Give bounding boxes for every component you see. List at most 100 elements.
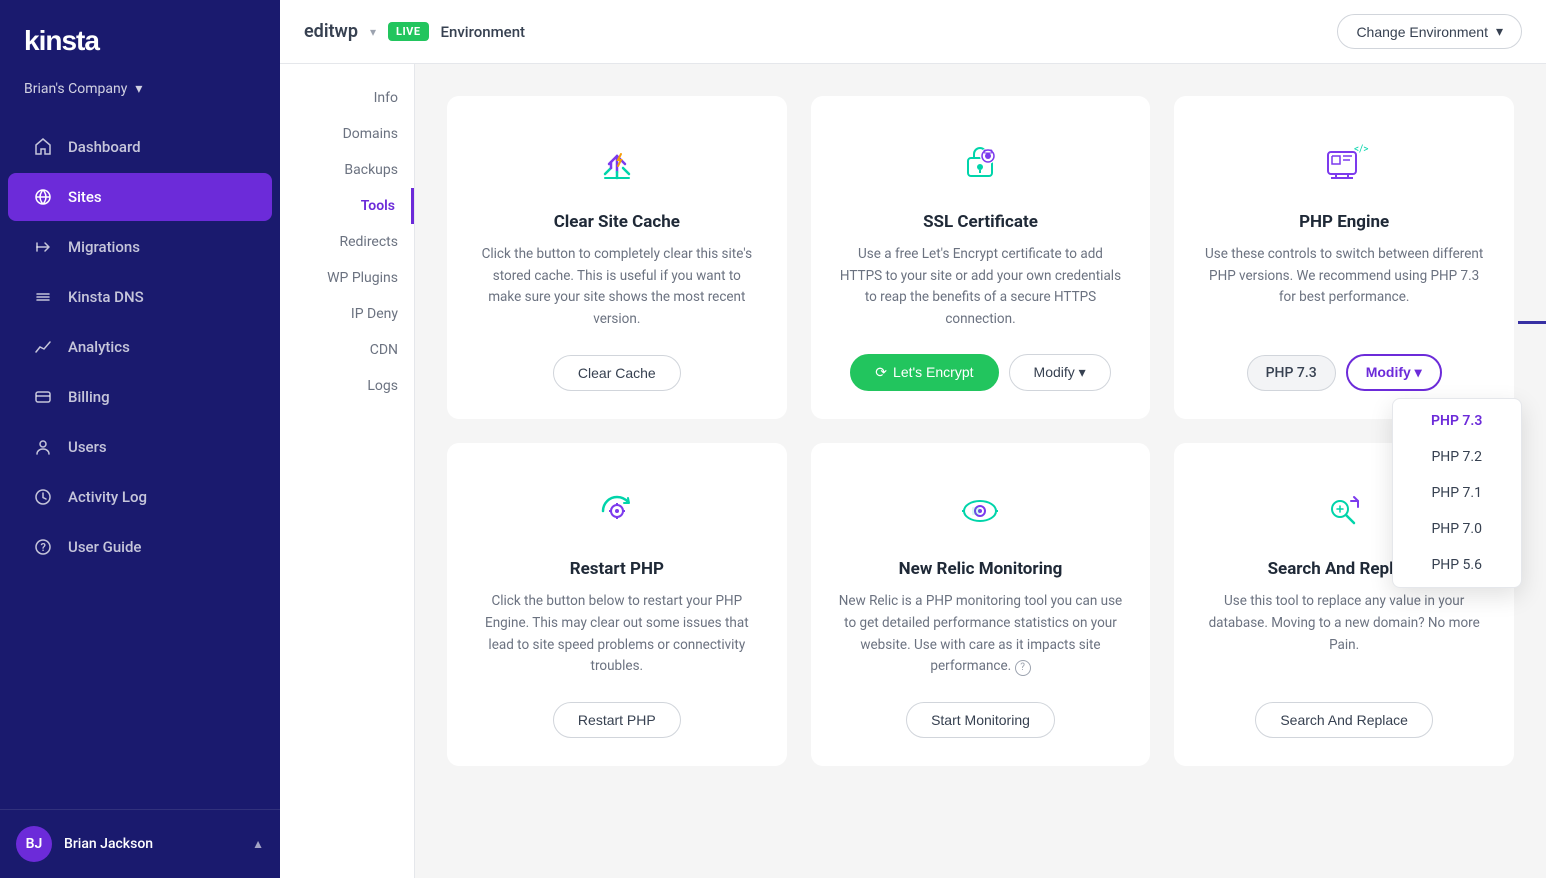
php-icon: </> [1312,132,1376,196]
sidebar-item-label: Analytics [68,338,130,356]
users-icon [32,436,54,458]
tool-card-php: </> PHP Engine Use these controls to swi… [1174,96,1514,419]
php-option-56[interactable]: PHP 5.6 [1393,547,1521,583]
tool-card-ssl: SSL Certificate Use a free Let's Encrypt… [811,96,1151,419]
user-menu-icon: ▲ [252,837,264,851]
user-footer[interactable]: BJ Brian Jackson ▲ [0,809,280,878]
ssl-icon [948,132,1012,196]
modify-php-button[interactable]: Modify ▾ [1346,354,1442,391]
svg-text:kinsta: kinsta [24,25,100,56]
lets-encrypt-button[interactable]: ⟳Let's Encrypt [850,354,998,391]
sec-nav-backups[interactable]: Backups [280,152,414,188]
sidebar-item-sites[interactable]: Sites [8,173,272,221]
sidebar-item-dashboard[interactable]: Dashboard [8,123,272,171]
sec-nav-cdn[interactable]: CDN [280,332,414,368]
tool-title: New Relic Monitoring [899,559,1063,579]
company-dropdown-icon: ▾ [135,81,142,97]
restart-php-icon [585,479,649,543]
activity-icon [32,486,54,508]
sidebar-item-label: User Guide [68,538,141,556]
sidebar-item-label: Migrations [68,238,140,256]
sec-nav-redirects[interactable]: Redirects [280,224,414,260]
php-dropdown-container: Modify ▾ PHP 7.3 PHP 7.2 PHP 7.1 PHP 7.0… [1346,354,1442,391]
php-btn-group: PHP 7.3 Modify ▾ PHP 7.3 PHP 7.2 PHP 7.1… [1247,354,1442,391]
tool-desc: Click the button to completely clear thi… [475,244,759,331]
analytics-icon [32,336,54,358]
tools-grid: Clear Site Cache Click the button to com… [447,96,1514,766]
search-replace-icon [1312,479,1376,543]
sidebar-item-migrations[interactable]: Migrations [8,223,272,271]
php-option-70[interactable]: PHP 7.0 [1393,511,1521,547]
php-version-dropdown: PHP 7.3 PHP 7.2 PHP 7.1 PHP 7.0 PHP 5.6 [1392,398,1522,588]
change-environment-button[interactable]: Change Environment ▾ [1337,14,1522,49]
site-dropdown-icon[interactable]: ▾ [370,25,376,39]
sidebar-item-label: Users [68,438,107,456]
topbar-left: editwp ▾ LIVE Environment [304,21,525,42]
change-env-arrow-icon: ▾ [1496,23,1503,40]
sidebar-item-users[interactable]: Users [8,423,272,471]
sidebar-item-label: Activity Log [68,488,147,506]
logo-container: kinsta [0,0,280,75]
sidebar-item-label: Kinsta DNS [68,288,144,306]
php-option-71[interactable]: PHP 7.1 [1393,475,1521,511]
company-selector[interactable]: Brian's Company ▾ [0,75,280,113]
main-area: editwp ▾ LIVE Environment Change Environ… [280,0,1546,878]
tool-desc: Use these controls to switch between dif… [1202,244,1486,330]
user-info: BJ Brian Jackson [16,826,153,862]
php-version-badge: PHP 7.3 [1247,355,1336,391]
live-badge: LIVE [388,22,429,41]
logo: kinsta [24,24,256,63]
dns-icon [32,286,54,308]
sidebar-item-label: Dashboard [68,138,141,156]
sidebar-item-kinsta-dns[interactable]: Kinsta DNS [8,273,272,321]
modify-ssl-button[interactable]: Modify ▾ [1009,354,1111,391]
tool-desc: Click the button below to restart your P… [475,591,759,677]
tool-card-new-relic: New Relic Monitoring New Relic is a PHP … [811,443,1151,765]
sec-nav-ip-deny[interactable]: IP Deny [280,296,414,332]
user-name: Brian Jackson [64,836,153,852]
tool-desc: Use this tool to replace any value in yo… [1202,591,1486,677]
topbar: editwp ▾ LIVE Environment Change Environ… [280,0,1546,64]
change-env-label: Change Environment [1356,24,1488,40]
sec-nav-wp-plugins[interactable]: WP Plugins [280,260,414,296]
environment-label: Environment [441,23,526,41]
tool-card-clear-cache: Clear Site Cache Click the button to com… [447,96,787,419]
arrow-indicator [1518,316,1546,330]
sec-nav-info[interactable]: Info [280,80,414,116]
search-and-replace-button[interactable]: Search And Replace [1255,702,1433,738]
restart-php-button[interactable]: Restart PHP [553,702,681,738]
tool-title: Clear Site Cache [554,212,680,232]
content-area: Info Domains Backups Tools Redirects WP … [280,64,1546,878]
sec-nav-tools[interactable]: Tools [280,188,414,224]
company-name: Brian's Company [24,81,127,97]
sec-nav-logs[interactable]: Logs [280,368,414,404]
main-nav: Dashboard Sites Migrations [0,113,280,809]
svg-text:?: ? [41,541,46,554]
guide-icon: ? [32,536,54,558]
tool-desc: Use a free Let's Encrypt certificate to … [839,244,1123,330]
sidebar-item-user-guide[interactable]: ? User Guide [8,523,272,571]
clear-cache-button[interactable]: Clear Cache [553,355,681,391]
sidebar-item-label: Sites [68,188,102,206]
billing-icon [32,386,54,408]
start-monitoring-button[interactable]: Start Monitoring [906,702,1055,738]
sidebar-item-activity-log[interactable]: Activity Log [8,473,272,521]
clear-cache-icon [585,132,649,196]
php-option-73[interactable]: PHP 7.3 [1393,403,1521,439]
sidebar-item-label: Billing [68,388,110,406]
sidebar-item-analytics[interactable]: Analytics [8,323,272,371]
sec-nav-domains[interactable]: Domains [280,116,414,152]
tool-card-restart-php: Restart PHP Click the button below to re… [447,443,787,765]
sidebar: kinsta Brian's Company ▾ Dashboard [0,0,280,878]
tool-title: SSL Certificate [923,212,1038,232]
sites-icon [32,186,54,208]
tool-desc: New Relic is a PHP monitoring tool you c… [839,591,1123,677]
home-icon [32,136,54,158]
tool-title: PHP Engine [1299,212,1389,232]
sidebar-item-billing[interactable]: Billing [8,373,272,421]
ssl-btn-group: ⟳Let's Encrypt Modify ▾ [850,354,1110,391]
tools-content: Clear Site Cache Click the button to com… [415,64,1546,878]
migrations-icon [32,236,54,258]
avatar: BJ [16,826,52,862]
php-option-72[interactable]: PHP 7.2 [1393,439,1521,475]
